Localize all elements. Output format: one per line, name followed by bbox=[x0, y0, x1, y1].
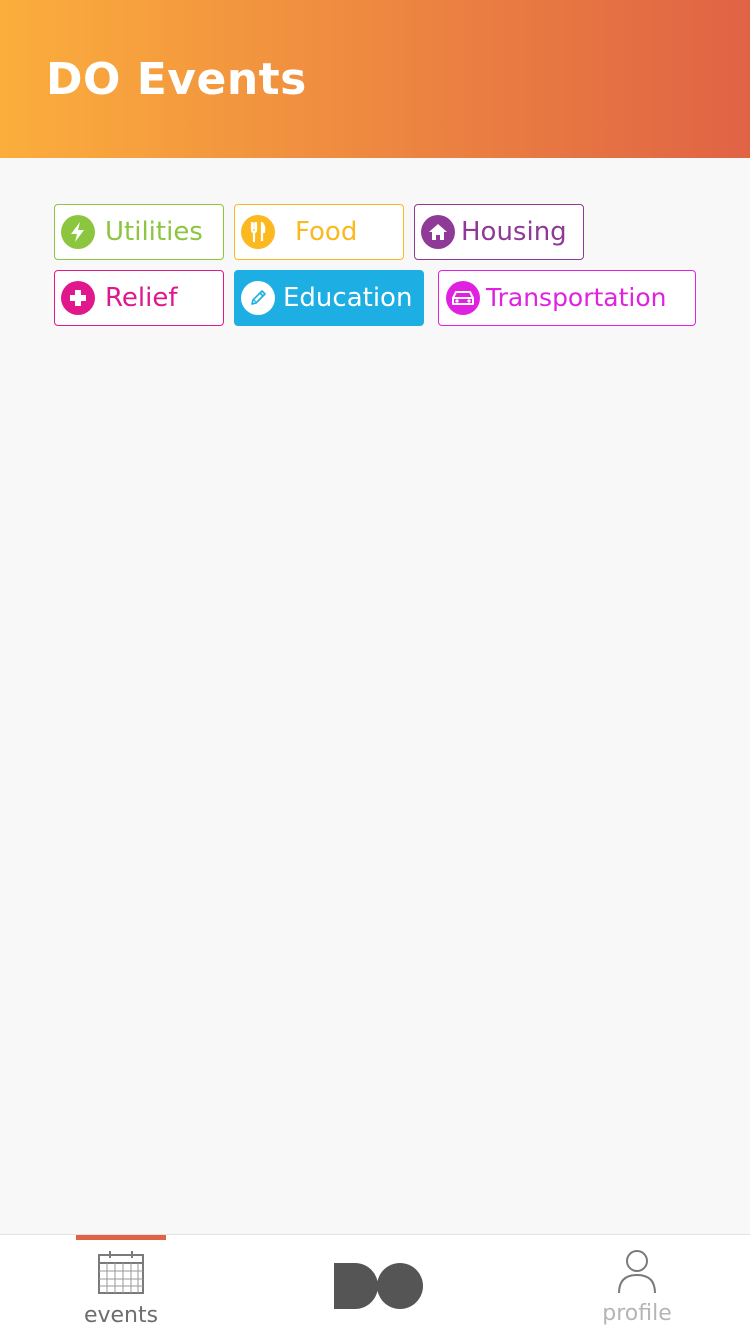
filter-housing-label: Housing bbox=[461, 217, 567, 247]
filter-utilities-label: Utilities bbox=[105, 217, 203, 247]
filter-education[interactable]: Education bbox=[234, 270, 424, 326]
tab-events-label: events bbox=[83, 1303, 159, 1328]
filter-relief[interactable]: Relief bbox=[54, 270, 224, 326]
filter-food-label: Food bbox=[295, 217, 358, 247]
filter-transportation[interactable]: Transportation bbox=[438, 270, 696, 326]
calendar-icon bbox=[97, 1249, 145, 1299]
car-icon bbox=[446, 281, 480, 315]
filter-housing[interactable]: Housing bbox=[414, 204, 584, 260]
filter-transportation-label: Transportation bbox=[486, 283, 667, 312]
do-logo-button[interactable] bbox=[325, 1235, 425, 1335]
tab-profile-label: profile bbox=[602, 1301, 672, 1326]
bolt-icon bbox=[61, 215, 95, 249]
tab-events[interactable]: events bbox=[61, 1235, 181, 1335]
tab-profile[interactable]: profile bbox=[577, 1235, 697, 1335]
user-icon bbox=[617, 1249, 657, 1299]
page-title: DO Events bbox=[46, 54, 307, 105]
filter-food[interactable]: Food bbox=[234, 204, 404, 260]
pencil-icon bbox=[241, 281, 275, 315]
utensils-icon bbox=[241, 215, 275, 249]
filter-relief-label: Relief bbox=[105, 283, 178, 313]
bottom-tab-bar: events profile bbox=[0, 1234, 750, 1335]
app-header: DO Events bbox=[0, 0, 750, 158]
filter-education-label: Education bbox=[283, 283, 413, 313]
do-logo-icon bbox=[333, 1262, 425, 1314]
filter-utilities[interactable]: Utilities bbox=[54, 204, 224, 260]
plus-icon bbox=[61, 281, 95, 315]
home-icon bbox=[421, 215, 455, 249]
